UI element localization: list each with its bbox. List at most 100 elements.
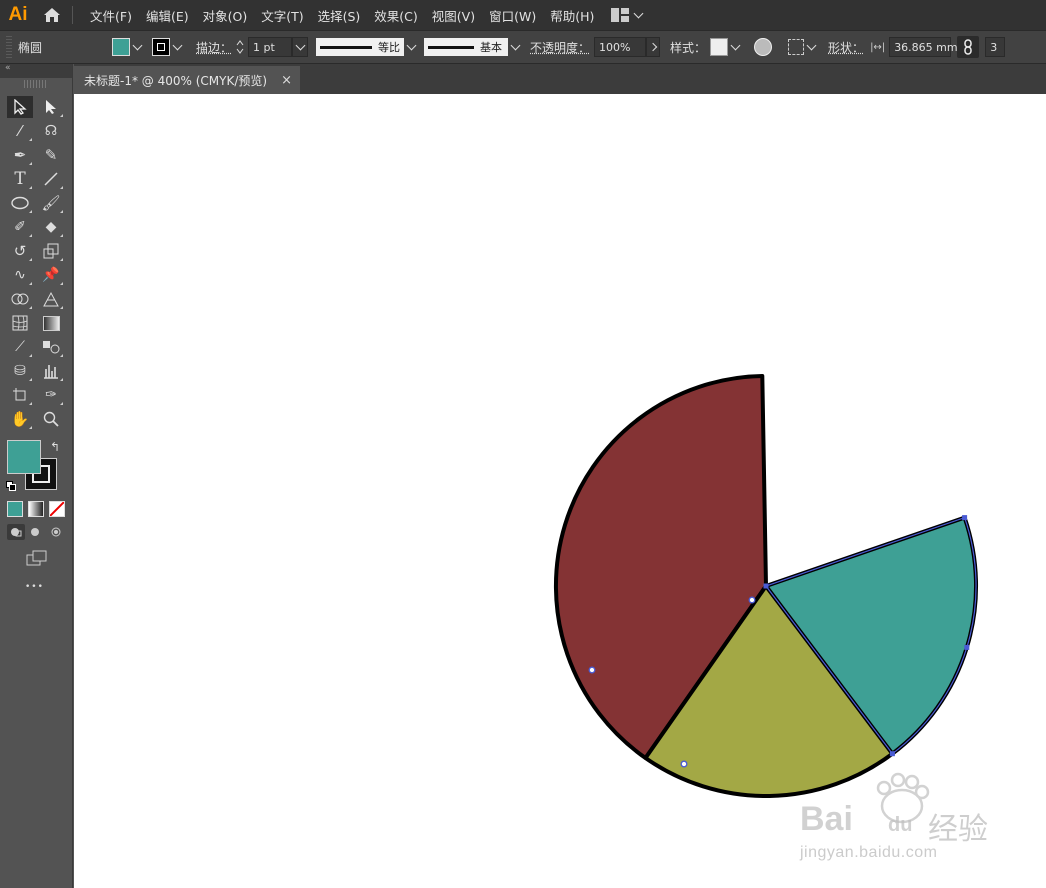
brush-line [428,45,475,49]
selection-tool[interactable] [7,96,33,118]
magic-wand-tool[interactable]: ⁄ [7,120,33,142]
width-input[interactable]: 36.865 mm [889,37,958,57]
zoom-tool[interactable] [38,408,64,430]
live-corner-widget[interactable] [748,596,756,604]
panel-grip[interactable] [6,36,12,58]
scale-tool[interactable] [38,240,64,262]
fill-dropdown[interactable] [130,37,144,57]
recolor-artwork-icon[interactable] [754,38,773,56]
symbol-sprayer-tool[interactable]: ⛁ [7,360,33,382]
chevron-down-icon [806,40,816,50]
close-tab-icon[interactable]: × [281,73,292,88]
lasso-tool[interactable]: ☊ [38,120,64,142]
height-input-partial[interactable]: 3 [985,37,1006,57]
stroke-label[interactable]: 描边： [196,39,232,56]
graphic-style-swatch[interactable] [710,38,729,56]
blend-tool[interactable] [38,336,64,358]
edit-toolbar-button[interactable]: ••• [25,582,44,592]
menu-effect[interactable]: 效果(C) [367,6,424,25]
shape-builder-tool[interactable] [7,288,33,310]
draw-behind-icon [31,528,39,536]
workspace-switcher[interactable] [611,8,644,22]
line-tool[interactable] [38,168,64,190]
default-fill-stroke-icon[interactable] [6,480,16,491]
warp-tool[interactable]: ∿ [7,264,33,286]
anchor-point[interactable] [962,515,968,521]
hand-tool[interactable]: ✋ [7,408,33,430]
workspace-icon [611,8,630,22]
opacity-input[interactable]: 100% [594,37,647,57]
rotate-tool[interactable]: ↺ [7,240,33,262]
eyedropper-tool[interactable]: ⟋ [7,336,33,358]
menu-file[interactable]: 文件(F) [83,6,139,25]
align-icon[interactable] [788,39,805,55]
gradient-tool[interactable] [38,312,64,334]
slice-tool[interactable]: ✑ [38,384,64,406]
anchor-point[interactable] [964,644,970,650]
home-icon[interactable] [36,0,68,30]
opacity-slider-button[interactable] [646,37,661,57]
opacity-label[interactable]: 不透明度： [530,39,590,56]
gradient-mode-button[interactable] [28,501,44,517]
perspective-grid-tool[interactable] [38,288,64,310]
tools-panel-grip[interactable] [24,80,48,88]
draw-behind-button[interactable] [27,524,45,540]
fill-swatch[interactable] [112,38,130,56]
document-tab[interactable]: 未标题-1* @ 400% (CMYK/预览) × [74,66,300,94]
live-corner-widget[interactable] [680,760,688,768]
collapse-icon[interactable]: « [5,63,11,73]
swap-fill-stroke-icon[interactable]: ↰ [50,440,60,454]
chevron-down-icon [510,40,520,50]
profile-dropdown[interactable] [404,37,418,57]
paintbrush-tool[interactable]: 🖌 [38,192,64,214]
stroke-stepper[interactable] [236,39,244,55]
color-mode-button[interactable] [7,501,23,517]
stroke-weight-dropdown[interactable] [292,37,309,57]
brush-definition[interactable]: 基本 [424,38,509,56]
stroke-dropdown[interactable] [170,37,184,57]
menu-type[interactable]: 文字(T) [254,6,310,25]
artboard-canvas[interactable]: Bai du 经验 jingyan.baidu.com [74,94,1046,888]
puppet-warp-tool[interactable]: 📌 [38,264,64,286]
draw-normal-button[interactable] [7,524,25,540]
live-corner-widget[interactable] [588,666,596,674]
stroke-weight-input[interactable]: 1 pt [248,37,293,57]
type-tool[interactable]: T [7,168,33,190]
mesh-tool[interactable] [7,312,33,334]
screen-mode-button[interactable] [26,550,48,566]
variable-width-profile[interactable]: 等比 [316,38,405,56]
draw-inside-button[interactable] [47,524,65,540]
scale-icon [43,243,59,259]
type-icon: T [14,169,26,189]
watermark-brand-cn: 经验 [928,812,988,847]
stroke-swatch[interactable] [152,38,170,56]
fill-color-box[interactable] [7,440,41,474]
style-dropdown[interactable] [728,37,742,57]
stroke-icon [157,43,165,51]
column-graph-tool[interactable] [38,360,64,382]
ellipse-tool[interactable] [7,192,33,214]
align-dropdown[interactable] [804,37,818,57]
menu-object[interactable]: 对象(O) [196,6,255,25]
artboard-tool[interactable] [7,384,33,406]
constrain-proportions-icon[interactable] [957,36,980,58]
direct-selection-tool[interactable] [38,96,64,118]
menu-window[interactable]: 窗口(W) [482,6,543,25]
menu-edit[interactable]: 编辑(E) [139,6,196,25]
anchor-point[interactable] [763,583,769,589]
eraser-tool[interactable]: ◆ [38,216,64,238]
profile-line [320,45,373,49]
menu-view[interactable]: 视图(V) [425,6,482,25]
none-mode-button[interactable] [49,501,65,517]
pen-tool[interactable]: ✒ [7,144,33,166]
zoom-icon [43,411,59,427]
menu-help[interactable]: 帮助(H) [543,6,601,25]
shape-label[interactable]: 形状： [828,39,864,56]
shaper-tool[interactable]: ✐ [7,216,33,238]
paintbrush-icon: 🖌 [41,194,61,212]
brush-label: 基本 [480,41,503,54]
anchor-point[interactable] [889,751,895,757]
menu-select[interactable]: 选择(S) [311,6,368,25]
brush-dropdown[interactable] [508,37,522,57]
curvature-tool[interactable]: ✎ [38,144,64,166]
